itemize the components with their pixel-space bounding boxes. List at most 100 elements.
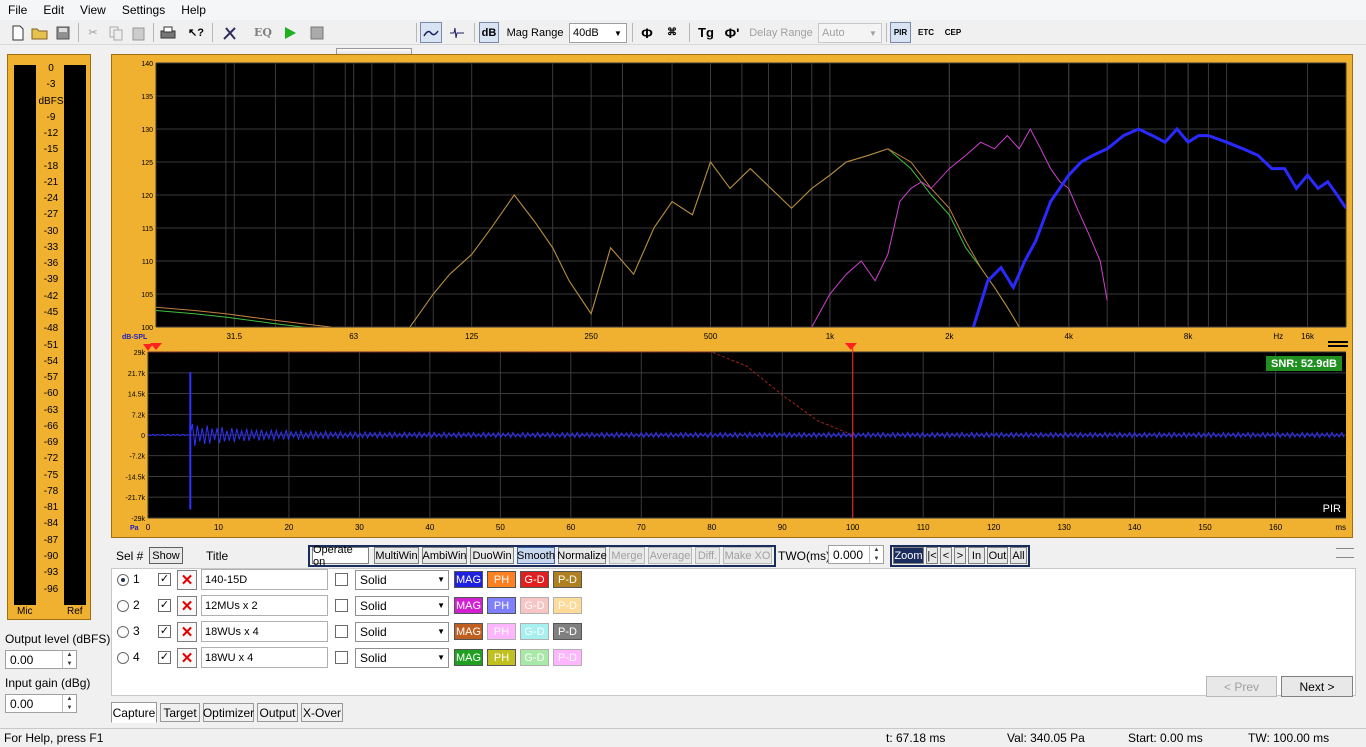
row-4-lock-checkbox[interactable] <box>335 651 348 664</box>
row-1-radio[interactable] <box>117 574 129 586</box>
duowin-button[interactable]: DuoWin <box>470 547 514 564</box>
row-2-title-input[interactable]: 12MUs x 2 <box>201 595 328 616</box>
tab-xover[interactable]: X-Over <box>301 703 343 722</box>
row-4-radio[interactable] <box>117 652 129 664</box>
group-delay-button[interactable]: Tg <box>695 22 717 43</box>
ambiwin-button[interactable]: AmbiWin <box>422 547 467 564</box>
paste-icon[interactable] <box>129 22 149 43</box>
row-4-pd-button[interactable]: P-D <box>553 649 582 666</box>
wrap-phase-icon[interactable]: ⌘ <box>662 22 682 43</box>
row-4-title-input[interactable]: 18WU x 4 <box>201 647 328 668</box>
smooth-button[interactable]: Smooth <box>517 547 555 564</box>
row-3-lock-checkbox[interactable] <box>335 625 348 638</box>
cep-button[interactable]: CEP <box>942 22 964 43</box>
row-4-mag-button[interactable]: MAG <box>454 649 483 666</box>
menu-settings[interactable]: Settings <box>114 3 173 17</box>
row-4-delete-icon[interactable]: ✕ <box>177 648 197 668</box>
tab-target[interactable]: Target <box>160 703 200 722</box>
tab-capture[interactable]: Capture <box>111 702 157 723</box>
zoom-next-button[interactable]: > <box>954 547 966 564</box>
print-icon[interactable] <box>158 22 178 43</box>
diff-button[interactable]: Diff. <box>695 547 720 564</box>
zoom-button[interactable]: Zoom <box>893 547 924 564</box>
tools-icon[interactable] <box>220 22 240 43</box>
zoom-first-button[interactable]: |< <box>926 547 938 564</box>
row-3-mag-button[interactable]: MAG <box>454 623 483 640</box>
stop-icon[interactable] <box>307 22 327 43</box>
row-2-gd-button[interactable]: G-D <box>520 597 549 614</box>
tab-output[interactable]: Output <box>257 703 298 722</box>
row-4-line-style-select[interactable]: Solid ▼ <box>355 648 449 668</box>
merge-button[interactable]: Merge <box>609 547 645 564</box>
spin-arrows-icon[interactable]: ▲ ▼ <box>869 546 883 563</box>
row-3-show-checkbox[interactable]: ✓ <box>158 625 171 638</box>
prev-button[interactable]: < Prev <box>1206 676 1277 697</box>
row-3-pd-button[interactable]: P-D <box>553 623 582 640</box>
eq-button[interactable]: EQ <box>252 22 274 43</box>
row-3-delete-icon[interactable]: ✕ <box>177 622 197 642</box>
tab-optimizer[interactable]: Optimizer <box>203 703 254 722</box>
zoom-in-button[interactable]: In <box>968 547 985 564</box>
show-button[interactable]: Show <box>149 547 183 564</box>
row-2-ph-button[interactable]: PH <box>487 597 516 614</box>
row-1-mag-button[interactable]: MAG <box>454 571 483 588</box>
next-button[interactable]: Next > <box>1281 676 1353 697</box>
menu-help[interactable]: Help <box>173 3 214 17</box>
zoom-prev-button[interactable]: < <box>940 547 952 564</box>
save-icon[interactable] <box>53 22 73 43</box>
row-1-show-checkbox[interactable]: ✓ <box>158 573 171 586</box>
phase-delay-icon[interactable]: Φ' <box>722 22 742 43</box>
row-4-gd-button[interactable]: G-D <box>520 649 549 666</box>
normalize-button[interactable]: Normalize <box>557 547 607 564</box>
row-4-show-checkbox[interactable]: ✓ <box>158 651 171 664</box>
row-2-mag-button[interactable]: MAG <box>454 597 483 614</box>
row-3-title-input[interactable]: 18WUs x 4 <box>201 621 328 642</box>
new-file-icon[interactable] <box>8 22 28 43</box>
row-1-title-input[interactable]: 140-15D <box>201 569 328 590</box>
average-button[interactable]: Average <box>648 547 692 564</box>
row-2-radio[interactable] <box>117 600 129 612</box>
row-1-gd-button[interactable]: G-D <box>520 571 549 588</box>
row-3-gd-button[interactable]: G-D <box>520 623 549 640</box>
row-1-ph-button[interactable]: PH <box>487 571 516 588</box>
impulse-view-icon[interactable] <box>446 22 468 43</box>
row-2-lock-checkbox[interactable] <box>335 599 348 612</box>
zoom-out-button[interactable]: Out <box>987 547 1008 564</box>
row-1-lock-checkbox[interactable] <box>335 573 348 586</box>
spin-arrows-icon[interactable]: ▲ ▼ <box>62 695 76 712</box>
two-field[interactable]: 0.000 ▲ ▼ <box>828 545 884 564</box>
zoom-all-button[interactable]: All <box>1010 547 1027 564</box>
etc-button[interactable]: ETC <box>915 22 937 43</box>
row-1-pd-button[interactable]: P-D <box>553 571 582 588</box>
row-2-line-style-select[interactable]: Solid ▼ <box>355 596 449 616</box>
db-button[interactable]: dB <box>479 22 499 43</box>
output-level-field[interactable]: 0.00 ▲ ▼ <box>5 650 77 669</box>
cut-icon[interactable]: ✂ <box>83 22 103 43</box>
row-3-ph-button[interactable]: PH <box>487 623 516 640</box>
row-3-line-style-select[interactable]: Solid ▼ <box>355 622 449 642</box>
row-4-ph-button[interactable]: PH <box>487 649 516 666</box>
menu-file[interactable]: File <box>0 3 35 17</box>
row-2-delete-icon[interactable]: ✕ <box>177 596 197 616</box>
open-folder-icon[interactable] <box>30 22 50 43</box>
panel-grip-icon[interactable] <box>1336 548 1354 558</box>
row-2-show-checkbox[interactable]: ✓ <box>158 599 171 612</box>
row-1-delete-icon[interactable]: ✕ <box>177 570 197 590</box>
play-icon[interactable] <box>280 22 300 43</box>
copy-icon[interactable] <box>106 22 126 43</box>
row-2-pd-button[interactable]: P-D <box>553 597 582 614</box>
mag-range-select[interactable]: 40dB ▼ <box>569 23 627 43</box>
delay-range-select[interactable]: Auto ▼ <box>818 23 882 43</box>
operate-on-button[interactable]: Operate on <box>312 544 369 568</box>
row-1-line-style-select[interactable]: Solid ▼ <box>355 570 449 590</box>
magnitude-view-icon[interactable] <box>420 22 442 43</box>
input-gain-field[interactable]: 0.00 ▲ ▼ <box>5 694 77 713</box>
make-xo-button[interactable]: Make XO <box>723 547 772 564</box>
spin-arrows-icon[interactable]: ▲ ▼ <box>62 651 76 668</box>
menu-edit[interactable]: Edit <box>35 3 72 17</box>
graph-svg[interactable]: 10010511011512012513013514031.5 63 125 250 5… <box>112 55 1354 539</box>
phase-icon[interactable]: Φ <box>637 22 657 43</box>
row-3-radio[interactable] <box>117 626 129 638</box>
menu-view[interactable]: View <box>72 3 114 17</box>
pir-button[interactable]: PIR <box>890 22 911 43</box>
